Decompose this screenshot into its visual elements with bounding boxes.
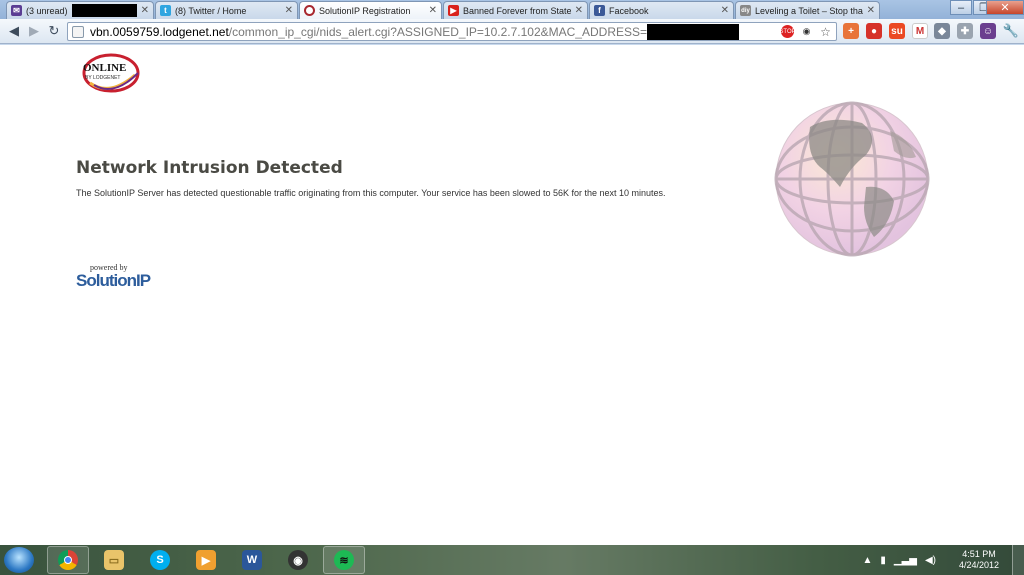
- close-tab-icon[interactable]: ✕: [575, 5, 583, 16]
- chrome-icon: [58, 550, 78, 570]
- logo-subtext: BY LODGENET: [85, 75, 120, 81]
- show-desktop-button[interactable]: [1012, 545, 1024, 575]
- tab-label: SolutionIP Registration: [319, 5, 411, 16]
- reddit-icon[interactable]: ◉: [800, 25, 813, 38]
- taskbar-spotify[interactable]: ≋: [323, 546, 365, 574]
- spotify-icon: ≋: [334, 550, 354, 570]
- close-tab-icon[interactable]: ✕: [141, 5, 149, 16]
- shield-icon[interactable]: ◆: [934, 23, 950, 39]
- adblock-icon[interactable]: STOP: [779, 25, 796, 38]
- tab-label: Leveling a Toilet – Stop that: [755, 5, 863, 16]
- logo-text: ONLINE: [83, 62, 126, 74]
- taskbar-media[interactable]: ▶: [185, 546, 227, 574]
- tab-label: (3 unread): [26, 5, 68, 16]
- bookmark-star-icon[interactable]: ☆: [819, 25, 832, 39]
- diy-icon: diy: [740, 5, 751, 16]
- facebook-icon: f: [594, 5, 605, 16]
- taskbar-skype[interactable]: S: [139, 546, 181, 574]
- alert-message: The SolutionIP Server has detected quest…: [76, 188, 666, 198]
- address-bar[interactable]: vbn.0059759.lodgenet.net /common_ip_cgi/…: [67, 22, 837, 41]
- extension-record-icon[interactable]: ●: [866, 23, 882, 39]
- tab-label: (8) Twitter / Home: [175, 5, 247, 16]
- show-hidden-icons-icon[interactable]: ▲: [862, 555, 872, 566]
- start-button[interactable]: [4, 547, 34, 573]
- tab-youtube[interactable]: ▶ Banned Forever from State ✕: [443, 1, 588, 19]
- solutionip-brand: SolutionIP: [76, 271, 151, 290]
- tab-twitter[interactable]: t (8) Twitter / Home ✕: [155, 1, 298, 19]
- reload-button[interactable]: ↻: [46, 23, 62, 39]
- close-window-button[interactable]: ✕: [986, 0, 1024, 15]
- powered-by-logo: powered by SolutionIP: [76, 263, 156, 290]
- gmail-icon[interactable]: M: [912, 23, 928, 39]
- lodgenet-online-logo: ONLINE BY LODGENET: [82, 53, 140, 93]
- stumbleupon-icon[interactable]: su: [889, 23, 905, 39]
- taskbar-word[interactable]: W: [231, 546, 273, 574]
- tab-mail[interactable]: ✉ (3 unread) ✕: [6, 1, 154, 19]
- extension-plus-icon[interactable]: +: [843, 23, 859, 39]
- close-tab-icon[interactable]: ✕: [429, 5, 437, 16]
- wrench-icon[interactable]: 🔧: [1003, 23, 1019, 39]
- clock-time: 4:51 PM: [962, 549, 996, 559]
- taskbar-owl[interactable]: ◉: [277, 546, 319, 574]
- word-icon: W: [242, 550, 262, 570]
- globe-graphic: [774, 101, 930, 257]
- tab-facebook[interactable]: f Facebook ✕: [589, 1, 734, 19]
- close-tab-icon[interactable]: ✕: [285, 5, 293, 16]
- tab-solutionip[interactable]: SolutionIP Registration ✕: [299, 1, 442, 19]
- volume-icon[interactable]: ◀): [925, 555, 936, 566]
- power-icon[interactable]: ▮: [880, 555, 886, 566]
- target-icon: [304, 5, 315, 16]
- taskbar-explorer[interactable]: ▭: [93, 546, 135, 574]
- tab-strip: ✉ (3 unread) ✕ t (8) Twitter / Home ✕ So…: [0, 0, 1024, 19]
- mail-icon: ✉: [11, 5, 22, 16]
- owl-icon: ◉: [288, 550, 308, 570]
- back-button[interactable]: ◀: [6, 23, 22, 39]
- puzzle-icon[interactable]: ✚: [957, 23, 973, 39]
- redacted-text: [71, 4, 137, 17]
- close-tab-icon[interactable]: ✕: [867, 5, 875, 16]
- page-icon: [72, 25, 84, 38]
- network-signal-icon[interactable]: ▁▃▅: [894, 555, 917, 566]
- twitter-icon: t: [160, 5, 171, 16]
- url-host: vbn.0059759.lodgenet.net: [90, 24, 229, 39]
- system-clock[interactable]: 4:51 PM 4/24/2012: [954, 549, 1004, 571]
- url-path: /common_ip_cgi/nids_alert.cgi?ASSIGNED_I…: [228, 24, 648, 39]
- taskbar-chrome[interactable]: [47, 546, 89, 574]
- profile-icon[interactable]: ☺: [980, 23, 996, 39]
- tab-label: Facebook: [609, 5, 649, 16]
- clock-date: 4/24/2012: [958, 560, 1000, 570]
- tab-toilet[interactable]: diy Leveling a Toilet – Stop that ✕: [735, 1, 880, 19]
- tab-label: Banned Forever from State: [463, 5, 571, 16]
- page-content: ONLINE BY LODGENET Network Intrusion Det…: [0, 45, 1024, 545]
- page-title: Network Intrusion Detected: [76, 158, 343, 178]
- browser-toolbar: ◀ ▶ ↻ vbn.0059759.lodgenet.net /common_i…: [0, 19, 1024, 44]
- youtube-icon: ▶: [448, 5, 459, 16]
- media-player-icon: ▶: [196, 550, 216, 570]
- skype-icon: S: [150, 550, 170, 570]
- system-tray: ▲ ▮ ▁▃▅ ◀): [862, 545, 936, 575]
- redacted-mac-address: [647, 23, 740, 40]
- windows-taskbar: ▭ S ▶ W ◉ ≋ ▲ ▮ ▁▃▅ ◀) 4:51 PM 4/24/2012: [0, 545, 1024, 575]
- close-tab-icon[interactable]: ✕: [721, 5, 729, 16]
- folder-icon: ▭: [104, 550, 124, 570]
- minimize-button[interactable]: –: [950, 0, 972, 15]
- forward-button[interactable]: ▶: [26, 23, 42, 39]
